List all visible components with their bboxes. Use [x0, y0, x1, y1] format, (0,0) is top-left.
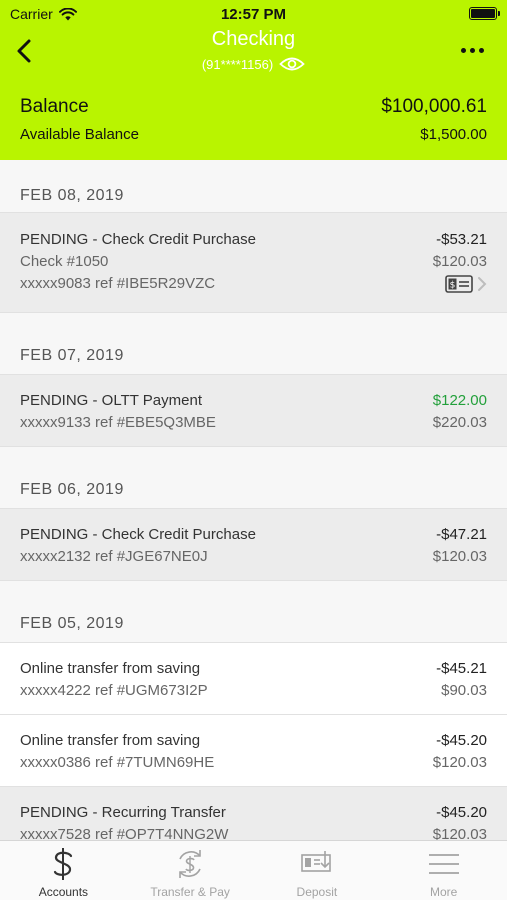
menu-icon	[428, 847, 460, 881]
transaction-reference: xxxxx7528 ref #OP7T4NNG2W	[20, 826, 229, 840]
transaction-row[interactable]: Online transfer from saving -$45.21 xxxx…	[0, 643, 507, 715]
transaction-reference: xxxxx0386 ref #7TUMN69HE	[20, 754, 215, 771]
running-balance: $90.03	[441, 682, 487, 699]
transaction-reference: xxxxx2132 ref #JGE67NE0J	[20, 548, 208, 565]
eye-icon[interactable]	[279, 56, 305, 72]
transaction-list[interactable]: FEB 08, 2019 PENDING - Check Credit Purc…	[0, 160, 507, 840]
account-header: Carrier 12:57 PM Checking (91****1156) B…	[0, 0, 507, 160]
running-balance: $120.03	[432, 754, 487, 771]
transaction-amount: $122.00	[432, 392, 487, 409]
page-title: Checking	[211, 28, 296, 50]
tab-label: More	[429, 885, 458, 899]
transaction-title: PENDING - Recurring Transfer	[20, 804, 226, 821]
chevron-right-icon	[478, 277, 487, 291]
account-number-row: (91****1156)	[0, 56, 507, 72]
balance-row: Balance $100,000.61	[20, 96, 487, 118]
check-image-icon: $	[445, 275, 473, 293]
transaction-title: Online transfer from saving	[20, 660, 201, 677]
check-number: Check #1050	[20, 253, 109, 270]
check-image-link[interactable]: $	[445, 275, 487, 293]
check-deposit-icon	[300, 847, 334, 881]
available-balance-row: Available Balance $1,500.00	[20, 126, 487, 143]
transaction-row[interactable]: PENDING - Check Credit Purchase -$47.21 …	[0, 509, 507, 581]
transaction-amount: -$47.21	[436, 526, 487, 543]
dot-icon	[469, 47, 475, 53]
tab-deposit[interactable]: Deposit	[254, 841, 381, 900]
transaction-reference: xxxxx9083 ref #IBE5R29VZC	[20, 275, 216, 292]
svg-text:$: $	[450, 281, 456, 291]
date-header: FEB 05, 2019	[0, 581, 507, 643]
transaction-title: PENDING - Check Credit Purchase	[20, 231, 256, 248]
transaction-title: PENDING - Check Credit Purchase	[20, 526, 256, 543]
dollar-icon	[51, 847, 75, 881]
transaction-row[interactable]: PENDING - OLTT Payment $122.00 xxxxx9133…	[0, 375, 507, 447]
balance-value: $100,000.61	[381, 96, 487, 117]
nav-bar: Checking (91****1156)	[0, 28, 507, 78]
running-balance: $220.03	[432, 414, 487, 431]
transaction-reference: xxxxx9133 ref #EBE5Q3MBE	[20, 414, 216, 431]
tab-bar: Accounts Transfer & Pay Deposit More	[0, 840, 507, 900]
date-header: FEB 08, 2019	[0, 160, 507, 213]
transaction-reference: xxxxx4222 ref #UGM673I2P	[20, 682, 208, 699]
status-time: 12:57 PM	[220, 6, 287, 23]
account-number: (91****1156)	[201, 56, 274, 72]
tab-label: Transfer & Pay	[150, 885, 230, 899]
tab-label: Deposit	[296, 885, 338, 899]
dot-icon	[460, 47, 466, 53]
available-balance-label: Available Balance	[20, 126, 139, 143]
transaction-row[interactable]: PENDING - Check Credit Purchase -$53.21 …	[0, 213, 507, 313]
tab-accounts[interactable]: Accounts	[0, 841, 127, 900]
date-header: FEB 06, 2019	[0, 447, 507, 509]
transaction-amount: -$45.21	[436, 660, 487, 677]
balance-label: Balance	[20, 96, 89, 117]
tab-label: Accounts	[38, 885, 89, 899]
running-balance: $120.03	[432, 826, 487, 840]
available-balance-value: $1,500.00	[420, 126, 487, 143]
running-balance: $120.03	[432, 548, 487, 565]
running-balance: $120.03	[432, 253, 487, 270]
transaction-title: PENDING - OLTT Payment	[20, 392, 202, 409]
transaction-amount: -$45.20	[436, 804, 487, 821]
tab-more[interactable]: More	[380, 841, 507, 900]
transaction-amount: -$45.20	[436, 732, 487, 749]
more-options-button[interactable]	[457, 38, 487, 62]
transaction-amount: -$53.21	[436, 231, 487, 248]
transaction-row[interactable]: Online transfer from saving -$45.20 xxxx…	[0, 715, 507, 787]
date-header: FEB 07, 2019	[0, 313, 507, 375]
transfer-dollar-icon	[173, 847, 207, 881]
battery-icon	[469, 7, 500, 20]
transaction-row[interactable]: PENDING - Recurring Transfer -$45.20 xxx…	[0, 787, 507, 840]
transaction-title: Online transfer from saving	[20, 732, 201, 749]
status-bar: Carrier 12:57 PM	[0, 0, 507, 28]
tab-transfer-pay[interactable]: Transfer & Pay	[127, 841, 254, 900]
dot-icon	[478, 47, 484, 53]
